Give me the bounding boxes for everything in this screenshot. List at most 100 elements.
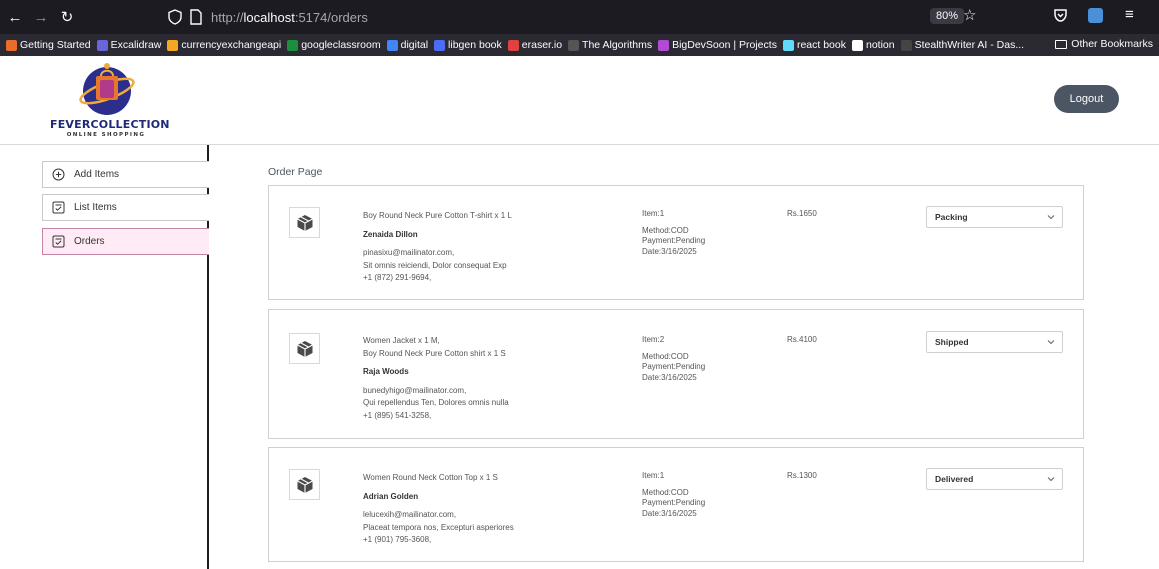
chevron-down-icon — [1047, 215, 1055, 220]
bookmark-item[interactable]: Excalidraw — [96, 39, 162, 51]
customer-address: Placeat tempora nos, Excepturi asperiore… — [363, 522, 514, 532]
address-bar[interactable]: http://localhost:5174/orders — [167, 5, 987, 29]
bookmark-item[interactable]: notion — [851, 39, 895, 51]
customer-name: Adrian Golden — [363, 491, 419, 501]
logo[interactable]: FEVERCOLLECTION ONLINE SHOPPING — [50, 60, 170, 144]
bookmark-favicon-icon — [287, 39, 299, 51]
customer-name: Zenaida Dillon — [363, 229, 418, 239]
order-date: Date:3/16/2025 — [642, 508, 697, 518]
bookmark-item[interactable]: digital — [386, 39, 429, 51]
order-amount: Rs.1300 — [787, 471, 817, 480]
sidebar: Add Items List Items Orders — [0, 145, 209, 569]
bookmarks-bar: Getting Started Excalidraw currencyexchang… — [0, 34, 1159, 56]
customer-address: Sit omnis reiciendi, Dolor consequat Exp — [363, 260, 507, 270]
bookmark-favicon-icon — [434, 39, 446, 51]
extension-icon[interactable] — [1088, 8, 1103, 23]
customer-address: Qui repellendus Ten, Dolores omnis nulla — [363, 398, 509, 407]
order-meta: Item:1 Method:COD Payment:Pending Date:3/16… — [642, 471, 705, 519]
order-status-select[interactable]: Shipped — [926, 331, 1063, 353]
bookmark-item[interactable]: react book — [782, 39, 846, 51]
reload-icon[interactable]: ↻ — [56, 6, 78, 28]
order-amount: Rs.1650 — [787, 209, 817, 218]
bookmark-label: Getting Started — [20, 39, 91, 51]
payment-status: Payment:Pending — [642, 362, 706, 371]
logo-mark-icon — [79, 63, 135, 115]
parcel-icon — [289, 207, 320, 238]
bookmark-favicon-icon — [851, 39, 863, 51]
order-card: Boy Round Neck Pure Cotton T-shirt x 1 L… — [268, 185, 1084, 300]
page-icon — [190, 9, 202, 25]
bookmark-label: googleclassroom — [301, 39, 381, 51]
order-item-line: Women Jacket x 1 M, — [363, 336, 440, 345]
other-bookmarks[interactable]: Other Bookmarks — [1055, 38, 1153, 50]
bookmark-label: notion — [865, 39, 895, 51]
logo-text: FEVERCOLLECTION — [50, 118, 170, 131]
item-count: Item:1 — [642, 471, 665, 480]
customer-name: Raja Woods — [363, 367, 409, 376]
sidebar-item-list-items[interactable]: List Items — [42, 194, 209, 221]
checklist-icon — [52, 235, 65, 248]
bookmark-item[interactable]: eraser.io — [507, 39, 562, 51]
zoom-badge[interactable]: 80% — [930, 8, 965, 24]
bookmark-label: Excalidraw — [110, 39, 162, 51]
menu-icon[interactable]: ≡ — [1125, 6, 1134, 23]
sidebar-item-add-items[interactable]: Add Items — [42, 161, 209, 188]
order-item-line: Boy Round Neck Pure Cotton T-shirt x 1 L — [363, 211, 512, 220]
bookmark-item[interactable]: StealthWriter AI - Das... — [900, 39, 1025, 51]
order-status-value: Shipped — [935, 337, 969, 347]
customer-email: lelucexih@mailinator.com, — [363, 510, 457, 519]
order-item-line: Women Round Neck Cotton Top x 1 S — [363, 473, 498, 482]
bookmark-favicon-icon — [900, 39, 912, 51]
order-status-value: Packing — [935, 212, 968, 222]
bookmark-item[interactable]: BigDevSoon | Projects — [658, 39, 777, 51]
customer-phone: +1 (895) 541-3258, — [363, 410, 432, 420]
bookmark-item[interactable]: libgen book — [434, 39, 502, 51]
bookmark-star-icon[interactable]: ☆ — [963, 6, 976, 24]
bookmark-item[interactable]: currencyexchangeapi — [167, 39, 281, 51]
forward-icon[interactable]: → — [30, 6, 52, 28]
checklist-icon — [52, 201, 65, 214]
bookmark-label: digital — [400, 39, 429, 51]
order-card: Women Round Neck Cotton Top x 1 S Adrian … — [268, 447, 1084, 562]
url-host: localhost — [243, 9, 295, 25]
bookmark-label: react book — [796, 39, 846, 51]
bookmark-item[interactable]: Getting Started — [6, 39, 91, 51]
folder-icon — [1055, 39, 1068, 49]
order-details: Boy Round Neck Pure Cotton T-shirt x 1 L… — [363, 210, 512, 285]
back-icon[interactable]: ← — [4, 6, 26, 28]
logo-subtitle: ONLINE SHOPPING — [66, 132, 146, 138]
order-details: Women Round Neck Cotton Top x 1 S Adrian … — [363, 472, 514, 547]
bookmark-item[interactable]: googleclassroom — [287, 39, 381, 51]
customer-email: bunedyhigo@mailinator.com, — [363, 385, 467, 395]
other-bookmarks-label: Other Bookmarks — [1071, 38, 1153, 50]
sidebar-item-label: Orders — [74, 236, 105, 247]
logout-button[interactable]: Logout — [1054, 85, 1119, 113]
bookmark-label: StealthWriter AI - Das... — [914, 39, 1025, 51]
payment-method: Method:COD — [642, 351, 689, 361]
url-scheme: http:// — [211, 9, 244, 25]
sidebar-item-orders[interactable]: Orders — [42, 228, 209, 255]
order-status-select[interactable]: Delivered — [926, 468, 1063, 490]
order-meta: Item:2 Method:COD Payment:Pending Date:3/16… — [642, 335, 705, 383]
url-path: :5174/orders — [294, 9, 368, 25]
payment-status: Payment:Pending — [642, 236, 706, 245]
payment-method: Method:COD — [642, 487, 689, 497]
sidebar-item-label: List Items — [74, 202, 117, 213]
bookmark-favicon-icon — [507, 39, 519, 51]
bookmark-label: BigDevSoon | Projects — [672, 39, 777, 51]
pocket-icon[interactable] — [1053, 6, 1068, 23]
shield-icon — [168, 9, 182, 25]
customer-phone: +1 (872) 291-9694, — [363, 273, 432, 282]
order-date: Date:3/16/2025 — [642, 246, 697, 256]
order-status-value: Delivered — [935, 474, 974, 484]
bookmark-favicon-icon — [386, 39, 398, 51]
order-status-select[interactable]: Packing — [926, 206, 1063, 228]
chevron-down-icon — [1047, 477, 1055, 482]
bookmark-label: libgen book — [448, 39, 502, 51]
browser-toolbar: ← → ↻ http://localhost:5174/orders 80% ☆… — [0, 0, 1159, 34]
sidebar-item-label: Add Items — [74, 169, 120, 180]
customer-email: pinasixu@mailinator.com, — [363, 248, 455, 257]
bookmark-item[interactable]: The Algorithms — [568, 39, 652, 51]
payment-method: Method:COD — [642, 225, 689, 235]
item-count: Item:2 — [642, 335, 665, 344]
